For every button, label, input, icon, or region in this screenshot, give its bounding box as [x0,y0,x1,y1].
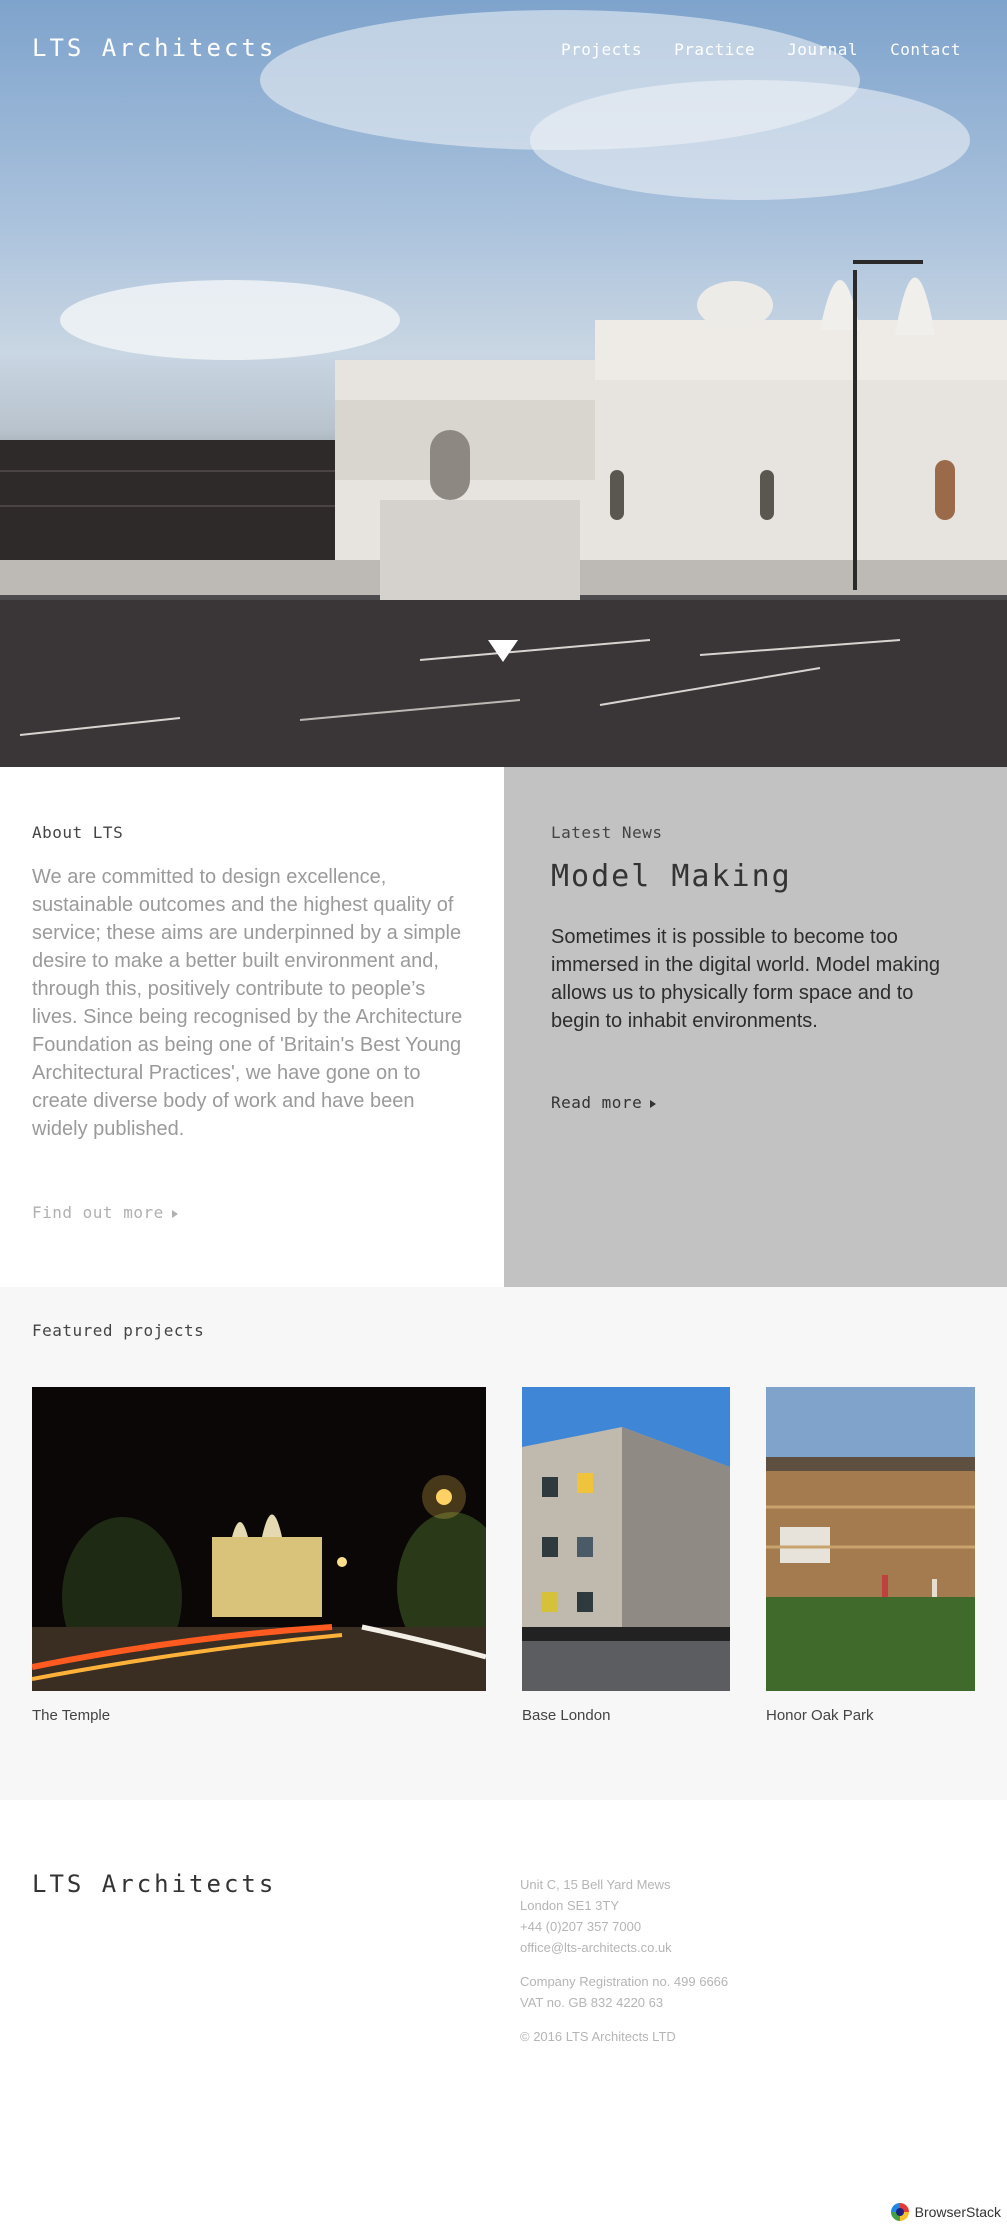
project-image [32,1387,486,1691]
project-card-base-london[interactable]: Base London [522,1387,730,1724]
phone-number[interactable]: +44 (0)207 357 7000 [520,1916,728,1937]
nav-journal[interactable]: Journal [787,40,858,59]
hero-section: LTS Architects Projects Practice Journal… [0,0,1007,767]
project-card-the-temple[interactable]: The Temple [32,1387,486,1724]
arrow-right-icon [650,1099,657,1108]
copyright: © 2016 LTS Architects LTD [520,2029,676,2044]
news-text: Sometimes it is possible to become too i… [551,926,941,1032]
news-heading: Latest News [551,823,663,842]
browserstack-logo-icon [890,2203,909,2221]
project-image [522,1387,730,1691]
featured-heading: Featured projects [32,1321,205,1340]
about-heading: About LTS [32,823,124,842]
read-more-link[interactable]: Read more [551,1093,657,1112]
nav-practice[interactable]: Practice [674,40,755,59]
main-nav: Projects Practice Journal Contact [561,40,961,59]
address-line: London SE1 3TY [520,1898,620,1913]
site-footer: LTS Architects Unit C, 15 Bell Yard Mews… [0,1800,1007,2227]
find-out-more-link[interactable]: Find out more [32,1203,178,1222]
featured-projects-section: Featured projects The Temple Base London… [0,1287,1007,1800]
latest-news-section: Latest News Model Making Sometimes it is… [504,767,1007,1287]
project-name: Honor Oak Park [766,1707,874,1724]
site-logo[interactable]: LTS Architects [32,34,276,62]
project-card-honor-oak-park[interactable]: Honor Oak Park [766,1387,975,1724]
about-text: We are committed to design excellence, s… [32,866,463,1140]
find-out-more-label: Find out more [32,1203,164,1222]
email-link[interactable]: office@lts-architects.co.uk [520,1937,728,1958]
company-registration: Company Registration no. 499 6666 [520,1974,729,1989]
about-section: About LTS We are committed to design exc… [0,767,504,1287]
nav-contact[interactable]: Contact [890,40,961,59]
footer-logo[interactable]: LTS Architects [32,1870,276,1898]
browserstack-badge: BrowserStack [890,2203,1001,2221]
arrow-right-icon [171,1209,178,1218]
scroll-down-icon[interactable] [488,640,518,662]
browserstack-label: BrowserStack [914,2204,1001,2220]
nav-projects[interactable]: Projects [561,40,642,59]
read-more-label: Read more [551,1093,643,1112]
address-line: Unit C, 15 Bell Yard Mews [520,1877,671,1892]
project-name: The Temple [32,1707,111,1724]
vat-number: VAT no. GB 832 4220 63 [520,1995,664,2010]
footer-contact: Unit C, 15 Bell Yard Mews London SE1 3TY… [520,1874,728,2047]
news-title[interactable]: Model Making [551,859,792,894]
project-name: Base London [522,1707,611,1724]
project-image [766,1387,975,1691]
